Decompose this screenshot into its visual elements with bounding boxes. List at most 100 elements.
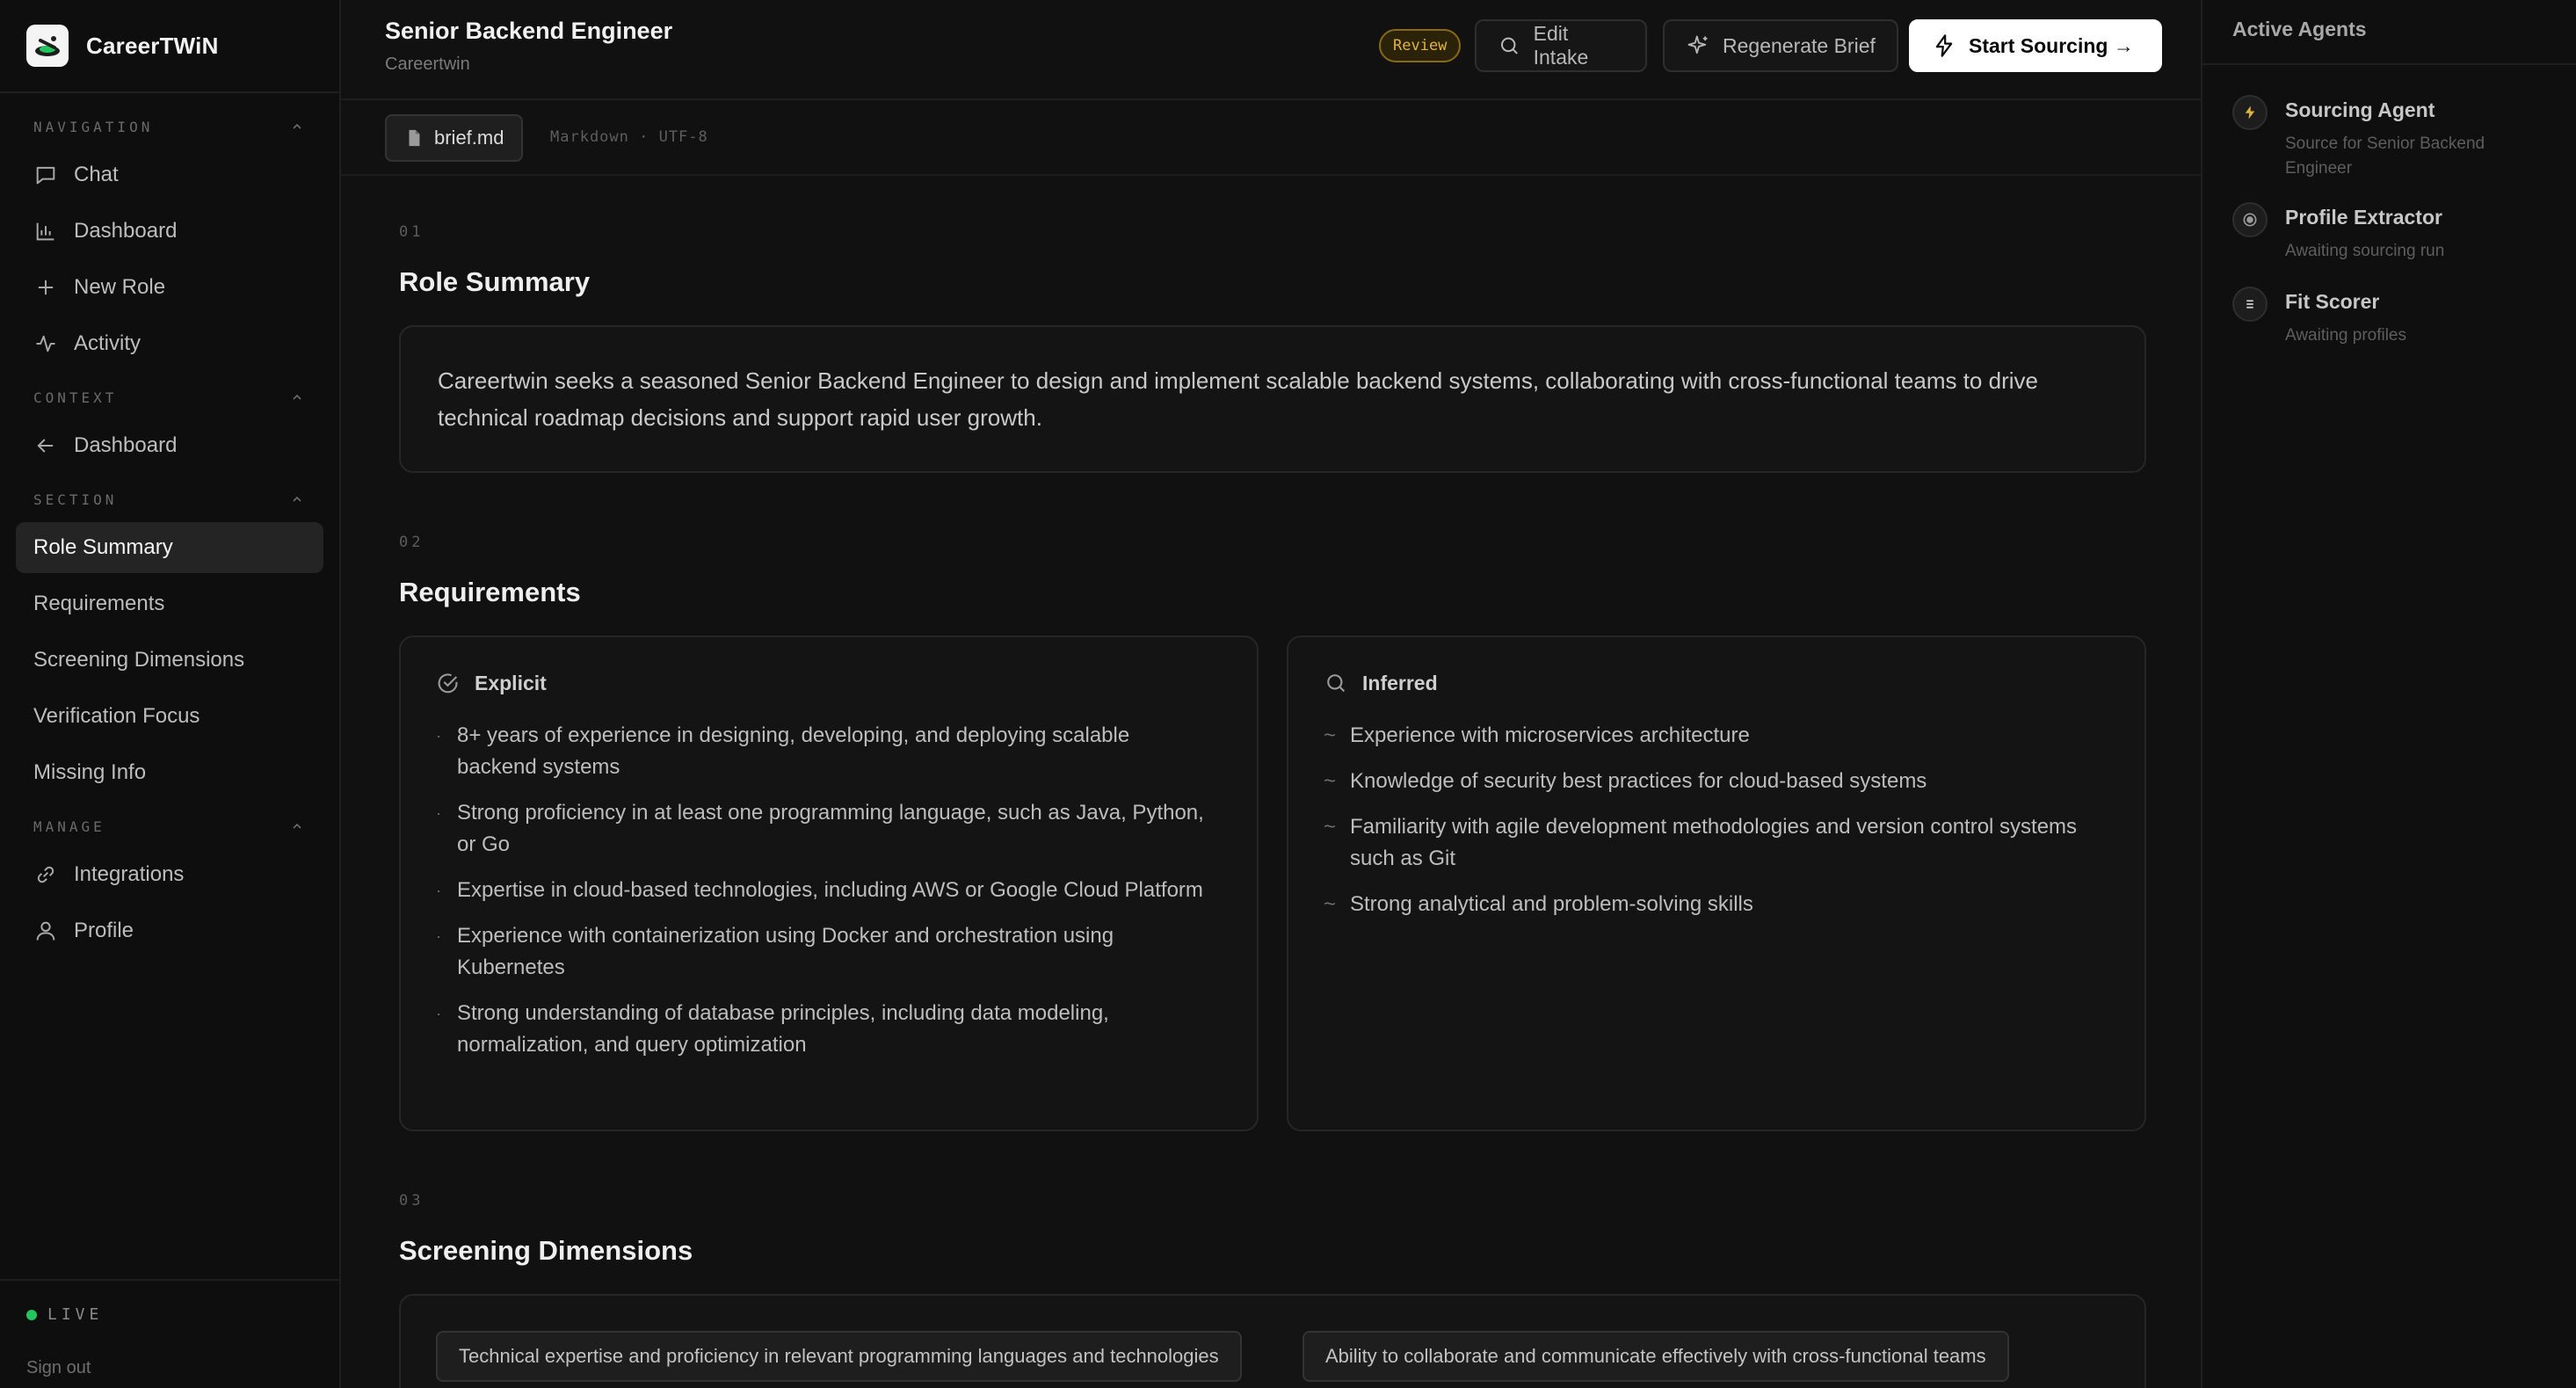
sidebar-item-missing-info[interactable]: Missing Info (16, 747, 323, 798)
page-subtitle: Careertwin (385, 55, 470, 74)
inferred-list: ~ Experience with microservices architect… (1324, 720, 2079, 934)
regenerate-brief-button[interactable]: Regenerate Brief (1663, 19, 1898, 72)
sidebar-item-verification-focus[interactable]: Verification Focus (16, 691, 323, 742)
requirement-text: Strong proficiency in at least one progr… (457, 801, 1204, 856)
agent-sourcing[interactable]: Sourcing Agent Source for Senior Backend… (2232, 95, 2558, 183)
sidebar-item-label: Requirements (33, 592, 165, 615)
agent-desc: Awaiting profiles (2285, 326, 2407, 345)
chat-icon (36, 166, 55, 185)
screening-chip: Ability to collaborate and communicate e… (1303, 1331, 2009, 1382)
requirement-text: Familiarity with agile development metho… (1350, 815, 2078, 870)
agent-name: Sourcing Agent (2285, 98, 2435, 121)
list-item: ~ Strong analytical and problem-solving s… (1324, 889, 2079, 920)
sidebar-item-screening-dimensions[interactable]: Screening Dimensions (16, 635, 323, 686)
sidebar-item-integrations[interactable]: Integrations (16, 849, 323, 900)
activity-icon (36, 335, 55, 352)
tilde-icon: ~ (1324, 723, 1337, 747)
sidebar-item-activity[interactable]: Activity (16, 318, 323, 369)
bullet-icon: · (436, 804, 441, 822)
agent-name: Profile Extractor (2285, 206, 2442, 229)
file-meta: Markdown · UTF-8 (550, 128, 708, 146)
nav-group-manage[interactable]: MANAGE (33, 818, 304, 835)
role-summary-card: Careertwin seeks a seasoned Senior Backe… (399, 325, 2146, 473)
agent-desc: Source for Senior Backend Engineer (2285, 134, 2485, 178)
sidebar-item-label: Dashboard (74, 219, 178, 243)
sparkles-icon (1687, 35, 1708, 55)
sidebar-item-label: Role Summary (33, 535, 173, 559)
sidebar-item-label: New Role (74, 275, 166, 299)
nav-group-section[interactable]: SECTION (33, 491, 304, 508)
sidebar-item-label: Screening Dimensions (33, 648, 245, 672)
agent-fit-scorer[interactable]: Fit Scorer Awaiting profiles (2232, 287, 2558, 357)
target-icon (2232, 202, 2268, 237)
bolt-icon (2232, 95, 2268, 130)
explicit-list: · 8+ years of experience in designing, de… (436, 720, 1209, 1075)
page-title: Senior Backend Engineer (385, 18, 673, 44)
page-header: Senior Backend Engineer Careertwin Revie… (341, 0, 2201, 100)
chevron-up-icon (293, 496, 301, 502)
live-status: LIVE (26, 1305, 103, 1324)
sidebar-item-label: Verification Focus (33, 704, 200, 728)
list-item: · Strong proficiency in at least one prog… (436, 797, 1209, 861)
active-agents-title: Active Agents (2202, 0, 2576, 65)
list-item: · Expertise in cloud-based technologies, … (436, 875, 1209, 906)
section-title-requirements: Requirements (399, 577, 581, 607)
button-label: Regenerate Brief (1723, 33, 1876, 57)
search-icon (1500, 37, 1518, 55)
requirement-text: Experience with microservices architectu… (1350, 723, 1750, 747)
sign-out-link[interactable]: Sign out (26, 1358, 91, 1378)
link-icon (37, 866, 54, 883)
requirement-text: Strong understanding of database princip… (457, 1001, 1109, 1057)
group-label: CONTEXT (33, 389, 118, 406)
brand-name: CareerTWiN (86, 32, 219, 59)
nav-group-context[interactable]: CONTEXT (33, 389, 304, 406)
brand-logo-icon (26, 25, 69, 67)
bullet-icon: · (436, 1005, 441, 1022)
tilde-icon: ~ (1324, 815, 1337, 839)
user-icon (36, 921, 55, 941)
sidebar-item-new-role[interactable]: New Role (16, 262, 323, 313)
bolt-icon (1935, 34, 1953, 57)
file-tab[interactable]: brief.md (385, 114, 524, 162)
sidebar-item-requirements[interactable]: Requirements (16, 578, 323, 629)
chevron-up-icon (293, 394, 301, 400)
sidebar-item-label: Activity (74, 331, 141, 355)
section-number: 01 (399, 223, 424, 241)
brand[interactable]: CareerTWiN (0, 0, 339, 93)
sidebar: CareerTWiN NAVIGATION Chat Dashboard New… (0, 0, 341, 1388)
agent-desc: Awaiting sourcing run (2285, 242, 2445, 260)
list-item: ~ Knowledge of security best practices fo… (1324, 766, 2079, 797)
sidebar-item-profile[interactable]: Profile (16, 905, 323, 956)
explicit-requirements-card: Explicit · 8+ years of experience in desi… (399, 636, 1259, 1131)
sidebar-footer: LIVE Sign out (0, 1279, 339, 1388)
list-item: · Strong understanding of database princi… (436, 998, 1209, 1061)
start-sourcing-button[interactable]: Start Sourcing → (1909, 19, 2162, 72)
section-title-screening-dimensions: Screening Dimensions (399, 1235, 693, 1266)
sidebar-item-label: Integrations (74, 862, 185, 886)
nav-group-navigation[interactable]: NAVIGATION (33, 118, 304, 135)
agent-profile-extractor[interactable]: Profile Extractor Awaiting sourcing run (2232, 202, 2558, 273)
inferred-label: Inferred (1362, 671, 1438, 694)
active-agents-panel: Active Agents Sourcing Agent Source for … (2201, 0, 2576, 1388)
tilde-icon: ~ (1324, 892, 1337, 916)
list-item: ~ Familiarity with agile development meth… (1324, 811, 2079, 875)
screening-dimensions-card: Technical expertise and proficiency in r… (399, 1294, 2146, 1388)
sidebar-item-back-dashboard[interactable]: Dashboard (16, 420, 323, 471)
sidebar-item-label: Dashboard (74, 433, 178, 457)
main-content: Senior Backend Engineer Careertwin Revie… (341, 0, 2201, 1388)
group-label: SECTION (33, 491, 118, 508)
role-summary-text: Careertwin seeks a seasoned Senior Backe… (438, 367, 2038, 431)
live-dot-icon (26, 1309, 37, 1320)
sidebar-item-dashboard[interactable]: Dashboard (16, 206, 323, 257)
edit-intake-button[interactable]: Edit Intake (1475, 19, 1647, 72)
button-label: Edit Intake (1533, 22, 1589, 69)
sidebar-item-role-summary[interactable]: Role Summary (16, 522, 323, 573)
list-item: ~ Experience with microservices architect… (1324, 720, 2079, 752)
requirement-text: Knowledge of security best practices for… (1350, 769, 1927, 793)
explicit-header: Explicit (436, 671, 547, 695)
section-title-role-summary: Role Summary (399, 266, 591, 297)
status-badge: Review (1379, 29, 1462, 62)
bullet-icon: · (436, 882, 441, 899)
inferred-requirements-card: Inferred ~ Experience with microservices … (1287, 636, 2146, 1131)
sidebar-item-chat[interactable]: Chat (16, 149, 323, 200)
